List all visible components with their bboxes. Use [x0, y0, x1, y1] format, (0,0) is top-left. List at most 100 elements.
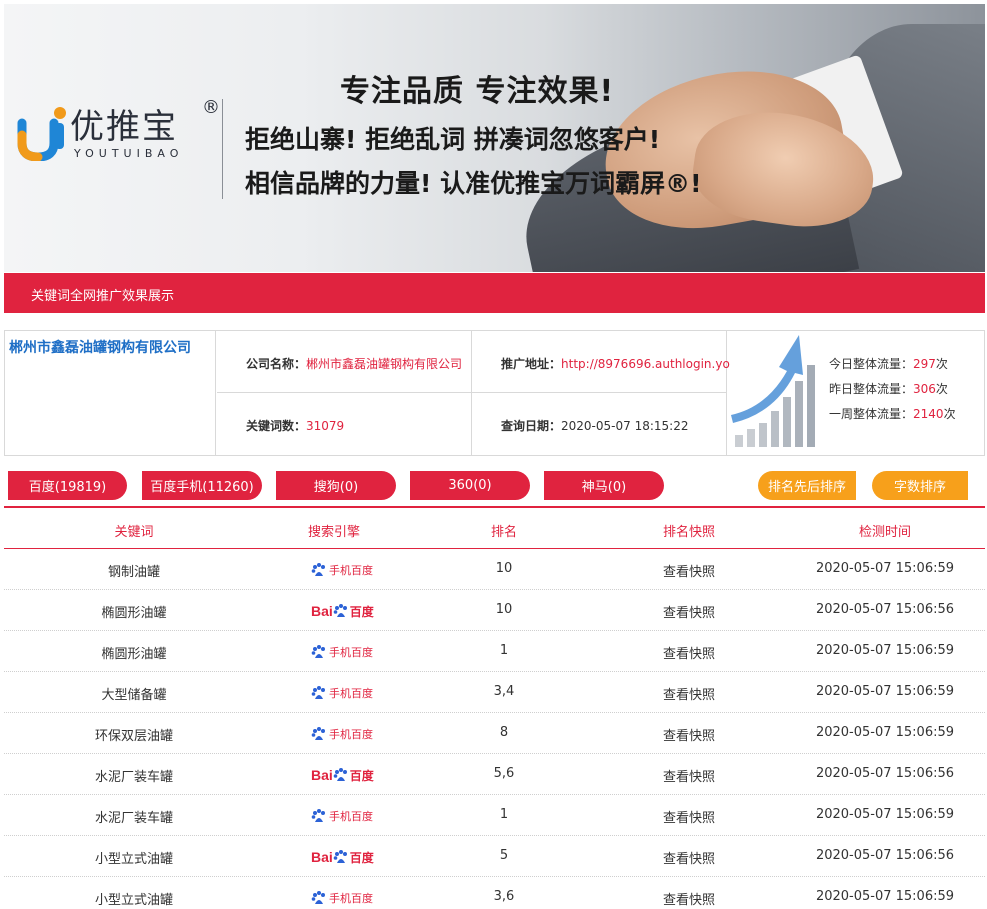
check-time-cell: 2020-05-07 15:06:59 — [815, 561, 955, 576]
table-row: 水泥厂装车罐 手机百度 1 查看快照 2020-05-07 15:06:59 — [4, 795, 985, 836]
check-time-cell: 2020-05-07 15:06:56 — [815, 602, 955, 617]
view-snapshot-link[interactable]: 查看快照 — [589, 684, 789, 703]
keyword-cell: 环保双层油罐 — [94, 729, 173, 744]
tab-sogou[interactable]: 搜狗(0) — [276, 471, 396, 500]
engine-label: 百度 — [349, 850, 374, 865]
baidu-engine-icon: Bai 百度 — [311, 600, 374, 622]
keyword-count-field: 关键词数：31079 — [217, 393, 472, 455]
header-time: 检测时间 — [858, 525, 911, 540]
brand-logo[interactable]: 优推宝 ® YOUTUIBAO — [16, 97, 226, 199]
rank-cell: 8 — [499, 725, 509, 740]
baidu-mobile-engine-icon: 手机百度 — [311, 682, 373, 704]
view-snapshot-link[interactable]: 查看快照 — [589, 889, 789, 908]
baidu-engine-icon: Bai 百度 — [311, 764, 374, 786]
baidu-mobile-engine-icon: 手机百度 — [311, 887, 373, 909]
url-label: 推广地址： — [501, 357, 562, 371]
baidu-paw-icon — [333, 604, 347, 617]
tab-360[interactable]: 360(0) — [410, 471, 530, 500]
slogan-line-1: 专注品质 专注效果! — [340, 74, 615, 109]
keyword-cell: 水泥厂装车罐 — [94, 811, 173, 826]
check-time-cell: 2020-05-07 15:06:56 — [815, 766, 955, 781]
company-name-cell: 郴州市鑫磊油罐钢构有限公司 — [5, 331, 216, 455]
keyword-cell: 水泥厂装车罐 — [94, 770, 173, 785]
slogan-line-3: 相信品牌的力量! 认准优推宝万词霸屏®! — [245, 169, 702, 198]
rank-cell: 10 — [495, 561, 513, 576]
engine-label: 手机百度 — [329, 646, 373, 659]
table-row: 大型储备罐 手机百度 3,4 查看快照 2020-05-07 15:06:59 — [4, 672, 985, 713]
baidu-paw-icon — [311, 891, 325, 904]
header-banner: 优推宝 ® YOUTUIBAO 专注品质 专注效果! 拒绝山寨! 拒绝乱词 拼凑… — [4, 4, 985, 272]
table-header: 关键词 搜索引擎 排名 排名快照 检测时间 — [4, 506, 985, 549]
view-snapshot-link[interactable]: 查看快照 — [589, 725, 789, 744]
keywords-value: 31079 — [306, 419, 345, 433]
view-snapshot-link[interactable]: 查看快照 — [589, 807, 789, 826]
slogan-line-2: 拒绝山寨! 拒绝乱词 拼凑词忽悠客户! — [245, 125, 661, 154]
company-name-field: 公司名称：郴州市鑫磊油罐钢构有限公司 — [217, 331, 472, 393]
baidu-paw-icon — [311, 686, 325, 699]
registered-mark: ® — [202, 97, 220, 118]
company-info-panel: 郴州市鑫磊油罐钢构有限公司 公司名称：郴州市鑫磊油罐钢构有限公司 推广地址：ht… — [4, 330, 985, 456]
rank-cell: 3,4 — [493, 684, 515, 699]
promotion-url-field: 推广地址：http://8976696.authlogin.yo — [472, 331, 730, 393]
baidu-engine-icon: Bai 百度 — [311, 846, 374, 868]
traffic-yesterday: 昨日整体流量：306次 — [829, 382, 948, 396]
date-label: 查询日期： — [501, 419, 562, 433]
check-time-cell: 2020-05-07 15:06:56 — [815, 848, 955, 863]
tab-baidu[interactable]: 百度(19819) — [8, 471, 127, 500]
rank-cell: 1 — [499, 807, 509, 822]
section-title-bar: 关键词全网推广效果展示 — [4, 273, 985, 313]
query-date-field: 查询日期：2020-05-07 18:15:22 — [472, 393, 727, 455]
view-snapshot-link[interactable]: 查看快照 — [589, 766, 789, 785]
keyword-cell: 小型立式油罐 — [94, 852, 173, 867]
keyword-cell: 小型立式油罐 — [94, 893, 173, 908]
rank-cell: 3,6 — [493, 889, 515, 904]
baidu-mobile-engine-icon: 手机百度 — [311, 805, 373, 827]
engine-label: 百度 — [349, 768, 374, 783]
baidu-mobile-engine-icon: 手机百度 — [311, 723, 373, 745]
engine-label: 百度 — [349, 604, 374, 619]
section-title: 关键词全网推广效果展示 — [31, 289, 175, 304]
traffic-cell: 今日整体流量：297次 昨日整体流量：306次 一周整体流量：2140次 — [727, 331, 984, 455]
tab-shenma[interactable]: 神马(0) — [544, 471, 664, 500]
table-row: 小型立式油罐 Bai 百度 5 查看快照 2020-05-07 15:06:56 — [4, 836, 985, 877]
check-time-cell: 2020-05-07 15:06:59 — [815, 807, 955, 822]
engine-label: 手机百度 — [329, 687, 373, 700]
brand-english-name: YOUTUIBAO — [74, 147, 184, 160]
table-row: 小型立式油罐 手机百度 3,6 查看快照 2020-05-07 15:06:59 — [4, 877, 985, 909]
date-value: 2020-05-07 18:15:22 — [561, 419, 689, 433]
check-time-cell: 2020-05-07 15:06:59 — [815, 889, 955, 904]
url-link[interactable]: http://8976696.authlogin.yo — [561, 357, 730, 371]
ranking-table: 关键词 搜索引擎 排名 排名快照 检测时间 钢制油罐 手机百度 10 查看快照 2020… — [4, 506, 985, 909]
check-time-cell: 2020-05-07 15:06:59 — [815, 684, 955, 699]
baidu-paw-icon — [333, 768, 347, 781]
baidu-wordmark: Bai — [311, 767, 333, 783]
company-name-heading: 郴州市鑫磊油罐钢构有限公司 — [9, 340, 191, 356]
table-row: 椭圆形油罐 手机百度 1 查看快照 2020-05-07 15:06:59 — [4, 631, 985, 672]
engine-label: 手机百度 — [329, 728, 373, 741]
engine-tabs: 百度(19819) 百度手机(11260) 搜狗(0) 360(0) 神马(0)… — [0, 471, 987, 501]
baidu-paw-icon — [311, 809, 325, 822]
view-snapshot-link[interactable]: 查看快照 — [589, 602, 789, 621]
engine-label: 手机百度 — [329, 564, 373, 577]
keyword-cell: 椭圆形油罐 — [101, 606, 167, 621]
baidu-paw-icon — [311, 727, 325, 740]
view-snapshot-link[interactable]: 查看快照 — [589, 561, 789, 580]
table-row: 水泥厂装车罐 Bai 百度 5,6 查看快照 2020-05-07 15:06:56 — [4, 754, 985, 795]
header-keyword: 关键词 — [114, 525, 154, 540]
tab-baidu-mobile[interactable]: 百度手机(11260) — [142, 471, 262, 500]
rank-cell: 1 — [499, 643, 509, 658]
rank-cell: 5,6 — [493, 766, 515, 781]
view-snapshot-link[interactable]: 查看快照 — [589, 848, 789, 867]
traffic-today: 今日整体流量：297次 — [829, 357, 948, 371]
view-snapshot-link[interactable]: 查看快照 — [589, 643, 789, 662]
baidu-mobile-engine-icon: 手机百度 — [311, 559, 373, 581]
baidu-wordmark: Bai — [311, 849, 333, 865]
company-label: 公司名称： — [246, 357, 307, 371]
baidu-paw-icon — [311, 563, 325, 576]
header-snapshot: 排名快照 — [662, 525, 715, 540]
sort-by-length-button[interactable]: 字数排序 — [872, 471, 968, 500]
baidu-wordmark: Bai — [311, 603, 333, 619]
sort-by-rank-button[interactable]: 排名先后排序 — [758, 471, 856, 500]
engine-label: 手机百度 — [329, 892, 373, 905]
table-row: 椭圆形油罐 Bai 百度 10 查看快照 2020-05-07 15:06:56 — [4, 590, 985, 631]
